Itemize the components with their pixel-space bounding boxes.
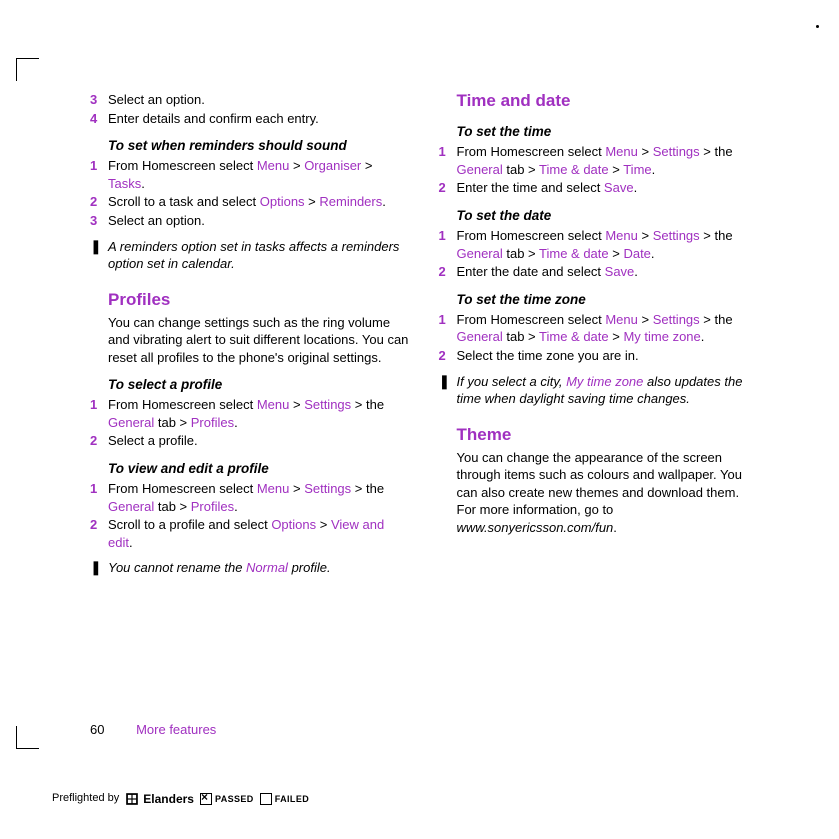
subheading: To set the time zone (457, 291, 760, 309)
page-content: 3Select an option. 4Enter details and co… (90, 90, 759, 709)
step-text: From Homescreen select Menu > Settings >… (457, 311, 760, 346)
left-column: 3Select an option. 4Enter details and co… (90, 90, 411, 709)
set-tz-steps: 1 From Homescreen select Menu > Settings… (439, 311, 760, 365)
select-profile-steps: 1 From Homescreen select Menu > Settings… (90, 396, 411, 450)
page-number: 60 (90, 722, 104, 737)
checkbox-checked-icon (200, 793, 212, 805)
right-column: Time and date To set the time 1 From Hom… (439, 90, 760, 709)
step-text: From Homescreen select Menu > Settings >… (108, 480, 411, 515)
page-footer: 60 More features (90, 721, 216, 739)
step-num: 1 (439, 311, 457, 346)
step-text: Enter details and confirm each entry. (108, 110, 411, 128)
step-text: From Homescreen select Menu > Organiser … (108, 157, 411, 192)
section-title: More features (136, 722, 216, 737)
step-text: Enter the date and select Save. (457, 263, 760, 281)
step-num: 2 (439, 263, 457, 281)
note-icon: ❚ (90, 238, 108, 273)
heading-profiles: Profiles (108, 289, 411, 312)
subheading: To set when reminders should sound (108, 137, 411, 155)
registration-dot (816, 25, 819, 28)
step-num: 2 (90, 516, 108, 551)
note-icon: ❚ (90, 559, 108, 577)
set-date-steps: 1 From Homescreen select Menu > Settings… (439, 227, 760, 281)
step-num: 4 (90, 110, 108, 128)
step-text: From Homescreen select Menu > Settings >… (108, 396, 411, 431)
note-text: If you select a city, My time zone also … (457, 373, 760, 408)
note-block: ❚ If you select a city, My time zone als… (439, 373, 760, 408)
note-block: ❚ A reminders option set in tasks affect… (90, 238, 411, 273)
logo-icon (125, 792, 139, 806)
subheading: To view and edit a profile (108, 460, 411, 478)
preflight-label: Preflighted by (52, 791, 119, 806)
step-text: Enter the time and select Save. (457, 179, 760, 197)
crop-mark-tl (16, 58, 39, 81)
subheading: To select a profile (108, 376, 411, 394)
step-num: 2 (439, 347, 457, 365)
reminder-steps: 1 From Homescreen select Menu > Organise… (90, 157, 411, 229)
heading-timedate: Time and date (457, 90, 760, 113)
step-text: From Homescreen select Menu > Settings >… (457, 143, 760, 178)
preflight-bar: Preflighted by Elanders PASSED FAILED (52, 791, 309, 807)
note-block: ❚ You cannot rename the Normal profile. (90, 559, 411, 577)
step-num: 2 (90, 432, 108, 450)
failed-checkbox: FAILED (260, 793, 309, 805)
step-num: 3 (90, 91, 108, 109)
subheading: To set the date (457, 207, 760, 225)
view-edit-steps: 1 From Homescreen select Menu > Settings… (90, 480, 411, 551)
heading-theme: Theme (457, 424, 760, 447)
note-icon: ❚ (439, 373, 457, 408)
passed-checkbox: PASSED (200, 793, 254, 805)
crop-mark-bl (16, 726, 39, 749)
steps-continued: 3Select an option. 4Enter details and co… (90, 91, 411, 127)
step-text: Select an option. (108, 212, 411, 230)
step-text: Scroll to a task and select Options > Re… (108, 193, 411, 211)
theme-url: www.sonyericsson.com/fun (457, 520, 614, 535)
elanders-logo: Elanders (125, 791, 194, 807)
step-text: Select the time zone you are in. (457, 347, 760, 365)
checkbox-empty-icon (260, 793, 272, 805)
step-text: Select a profile. (108, 432, 411, 450)
step-num: 1 (90, 157, 108, 192)
step-num: 1 (90, 480, 108, 515)
subheading: To set the time (457, 123, 760, 141)
note-text: A reminders option set in tasks affects … (108, 238, 411, 273)
step-num: 1 (439, 143, 457, 178)
set-time-steps: 1 From Homescreen select Menu > Settings… (439, 143, 760, 197)
step-num: 3 (90, 212, 108, 230)
note-text: You cannot rename the Normal profile. (108, 559, 411, 577)
step-num: 2 (90, 193, 108, 211)
step-num: 2 (439, 179, 457, 197)
profiles-intro: You can change settings such as the ring… (108, 314, 411, 367)
theme-text: You can change the appearance of the scr… (457, 449, 760, 537)
step-text: Select an option. (108, 91, 411, 109)
step-text: From Homescreen select Menu > Settings >… (457, 227, 760, 262)
step-num: 1 (90, 396, 108, 431)
step-text: Scroll to a profile and select Options >… (108, 516, 411, 551)
step-num: 1 (439, 227, 457, 262)
